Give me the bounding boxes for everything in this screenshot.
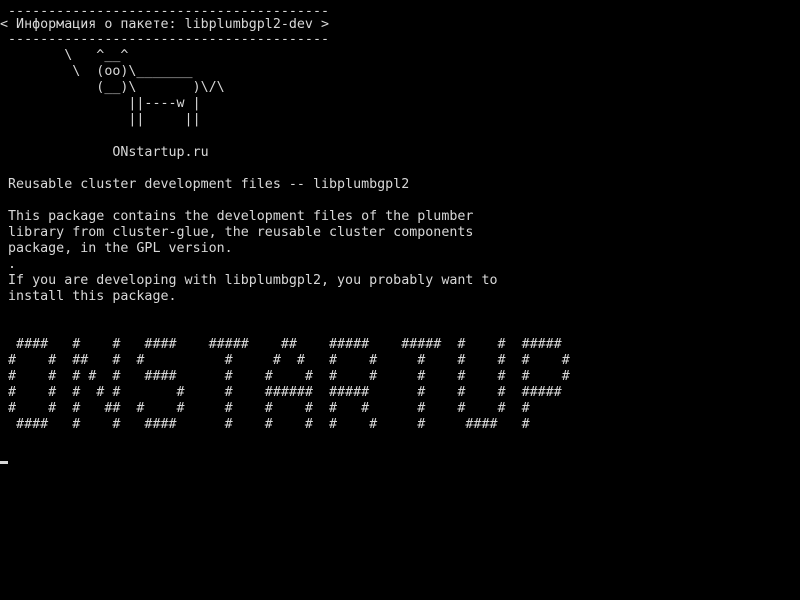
terminal-screen[interactable]: ----------------------------------------… (0, 0, 800, 600)
ascii-banner-line: # # ## # # # # # # # # # # # # (0, 353, 570, 368)
package-description-line: library from cluster-glue, the reusable … (0, 225, 474, 240)
ascii-banner-line: # # # # # #### # # # # # # # # # # (0, 369, 570, 384)
package-summary: Reusable cluster development files -- li… (0, 177, 410, 192)
ascii-banner-line: # # # ## # # # # # # # # # # # (0, 401, 530, 416)
package-description-line: install this package. (0, 289, 177, 304)
cow-art-line: (__)\ )\/\ (0, 80, 225, 95)
text-cursor (0, 461, 8, 464)
ascii-banner-line: #### # # #### # # # # # # #### # (0, 417, 530, 432)
ascii-banner-line: # # # # # # # ###### ##### # # # ##### (0, 385, 562, 400)
speech-bubble-bottom-border: ---------------------------------------- (0, 32, 329, 47)
cow-art-line: || || (0, 112, 201, 127)
cow-art-line: \ ^__^ (0, 48, 129, 63)
ascii-banner-line: #### # # #### ##### ## ##### ##### # # #… (0, 337, 562, 352)
package-description-line: This package contains the development fi… (0, 209, 474, 224)
speech-bubble-message: < Информация о пакете: libplumbgpl2-dev … (0, 17, 329, 32)
cow-art-line: \ (oo)\_______ (0, 64, 193, 79)
package-description-line: package, in the GPL version. (0, 241, 233, 256)
cow-art-line: ||----w | (0, 96, 201, 111)
package-description-line: . (0, 257, 17, 272)
package-description-line: If you are developing with libplumbgpl2,… (0, 273, 498, 288)
site-name: ONstartup.ru (0, 145, 209, 160)
